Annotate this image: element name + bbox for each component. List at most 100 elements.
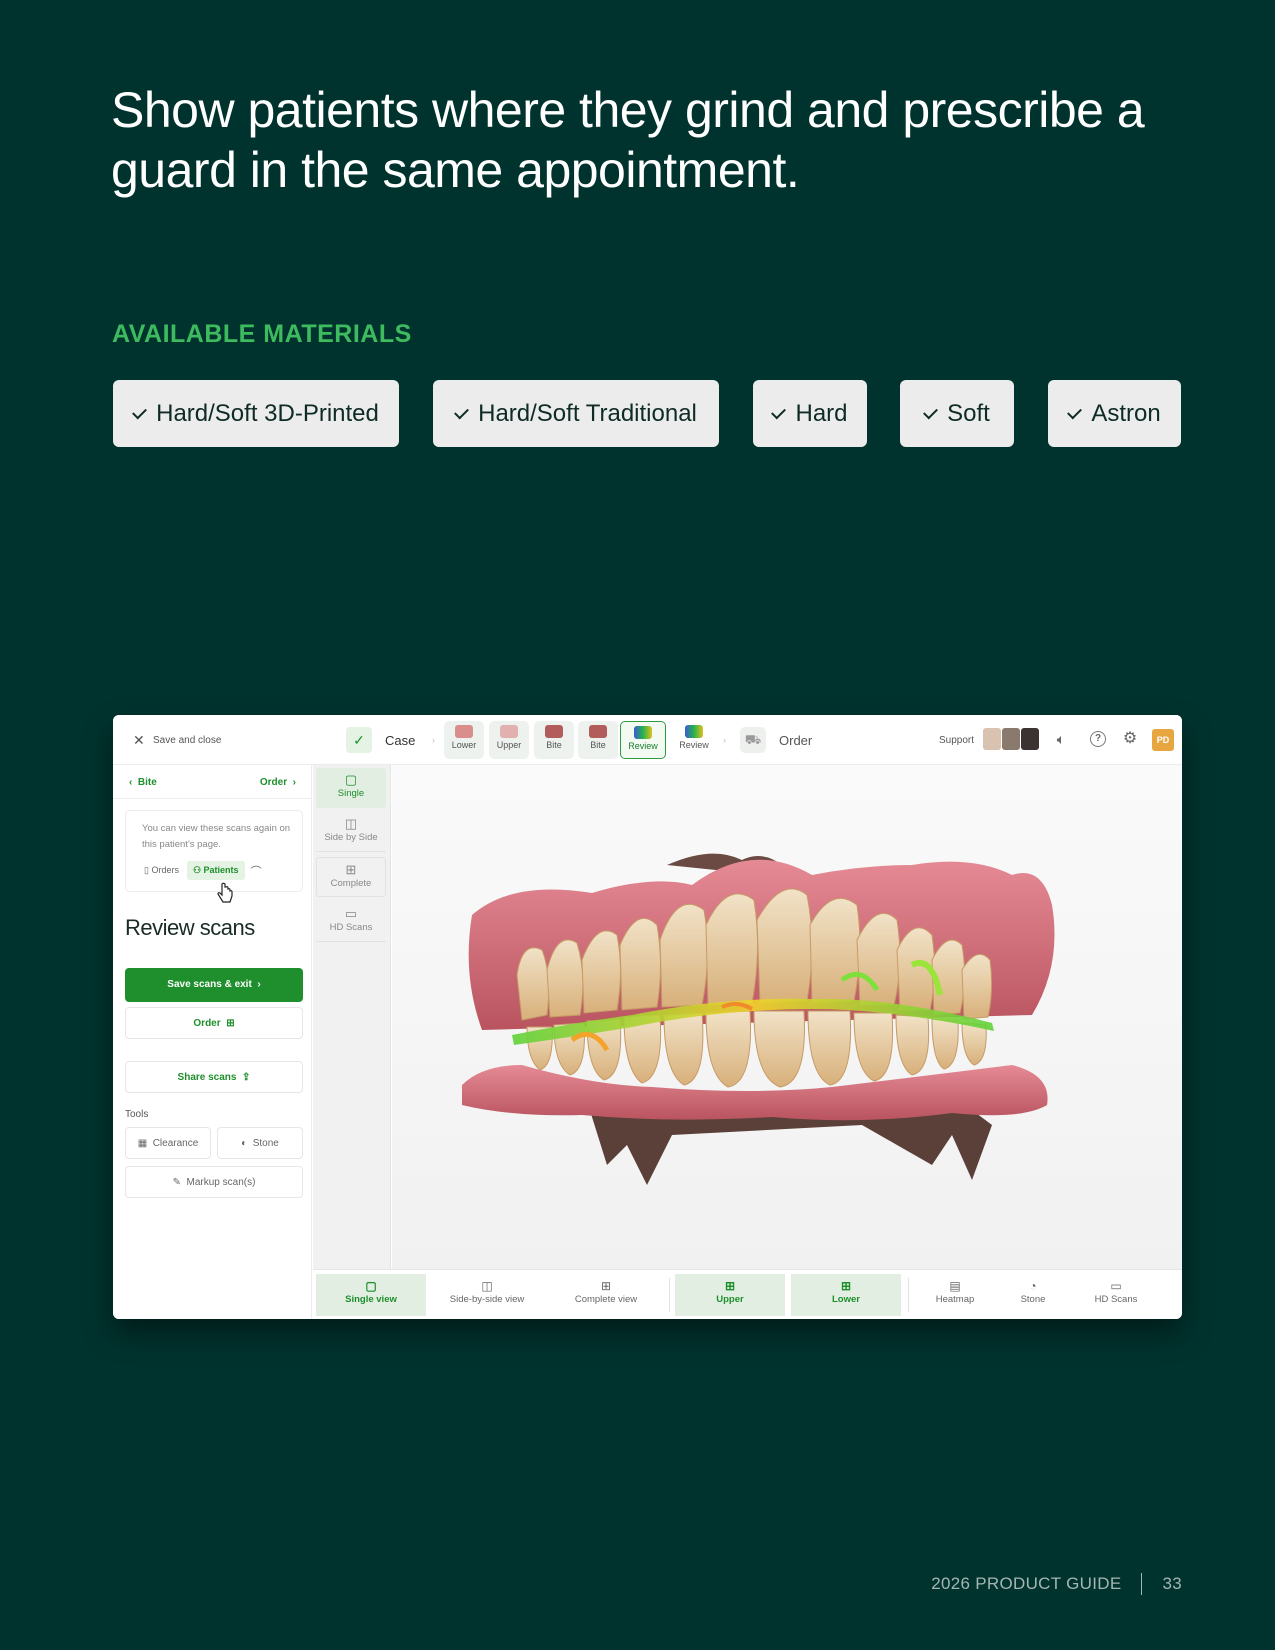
side-by-side-view-button[interactable]: ◫ Side-by-side view [431,1274,543,1316]
page-number: 33 [1162,1574,1182,1593]
arch-icon[interactable]: ⌒ [251,863,262,879]
toolbar-label: Complete view [574,1294,638,1305]
split-icon: ◫ [344,816,358,831]
hd-icon: ▭ [344,906,358,921]
material-chip: Astron [1048,380,1181,447]
step-bite-1[interactable]: Bite [534,721,574,759]
view-side-by-side[interactable]: ◫ Side by Side [316,812,386,852]
step-review-active[interactable]: Review [620,721,666,759]
view-label: HD Scans [329,922,373,933]
speaker-icon[interactable]: 🔈︎ [1053,731,1069,747]
save-scans-exit-label: Save scans & exit [167,979,252,990]
split-icon: ◫ [481,1279,493,1293]
clearance-icon: ▦ [137,1138,148,1149]
case-step-label[interactable]: Case [385,733,415,748]
material-label: Hard [795,399,848,427]
share-icon: ⇪ [242,1072,251,1083]
toolbar-label: Lower [832,1294,860,1305]
headline: Show patients where they grind and presc… [111,82,1145,198]
step-bite-2[interactable]: Bite [578,721,618,759]
clearance-label: Clearance [152,1138,199,1149]
lower-toggle-button[interactable]: ⊞ Lower [791,1274,901,1316]
view-label: Single [337,788,365,799]
square-icon: ▢ [344,772,358,787]
material-chip: Hard/Soft Traditional [433,380,719,447]
view-complete[interactable]: ⊞ Complete [316,857,386,897]
add-icon: ⊞ [226,1018,235,1029]
patients-link[interactable]: ⚇ Patients [186,861,245,880]
avatar [1021,728,1039,750]
stone-button[interactable]: ◔ Stone [1001,1274,1065,1316]
info-links: ▯ Orders ⚇ Patients ⌒ [142,861,262,880]
heatmap-thumbnail-icon [685,725,703,738]
support-link[interactable]: Support [939,735,974,746]
materials-list: Hard/Soft 3D-Printed Hard/Soft Tradition… [112,380,1182,448]
stone-tool-button[interactable]: ◐ Stone [217,1127,303,1159]
tools-label: Tools [125,1109,149,1120]
close-icon[interactable]: ✕ [133,732,145,749]
complete-view-button[interactable]: ⊞ Complete view [550,1274,662,1316]
step-lower[interactable]: Lower [444,721,484,759]
heatmap-button[interactable]: ▤ Heatmap [915,1274,995,1316]
support-avatars[interactable] [983,728,1040,750]
grid-icon: ⊞ [345,862,357,877]
order-step-label[interactable]: Order [779,733,812,748]
order-button[interactable]: Order ⊞ [125,1007,303,1039]
markup-label: Markup scan(s) [186,1177,256,1188]
page-footer: 2026 PRODUCT GUIDE 33 [931,1573,1182,1595]
back-button[interactable]: ‹ Bite [129,777,157,788]
hand-cursor-icon [217,882,233,903]
grid-icon: ⊞ [840,1279,852,1293]
orders-link[interactable]: ▯ Orders [142,861,181,880]
app-screenshot: ✕ Save and close ✓ Case › Lower Upper Bi… [113,715,1182,1319]
palette-icon: ◐ [241,1138,248,1149]
single-view-button[interactable]: ▢ Single view [316,1274,426,1316]
upper-arch-thumbnail-icon [500,725,518,738]
grid-icon: ⊞ [600,1279,612,1293]
upper-toggle-button[interactable]: ⊞ Upper [675,1274,785,1316]
view-toolbar: ▢ Single view ◫ Side-by-side view ⊞ Complet… [313,1269,1182,1319]
toolbar-divider [908,1278,909,1312]
gear-icon[interactable]: ⚙ [1122,731,1138,747]
view-label: Side by Side [324,832,378,843]
save-scans-exit-button[interactable]: Save scans & exit › [125,968,303,1002]
clearance-tool-button[interactable]: ▦ Clearance [125,1127,211,1159]
check-icon [923,404,939,419]
step-label: Bite [590,740,606,750]
materials-heading: AVAILABLE MATERIALS [112,320,412,348]
material-chip: Hard/Soft 3D-Printed [113,380,399,447]
guide-title: 2026 PRODUCT GUIDE [931,1574,1122,1593]
check-icon [771,404,787,419]
markup-scans-button[interactable]: ✎ Markup scan(s) [125,1166,303,1198]
check-icon [132,404,148,419]
left-panel: ‹ Bite Order › You can view these scans … [113,765,312,1319]
step-label: Lower [451,740,477,750]
footer-divider [1141,1573,1143,1595]
page-title: Review scans [125,915,255,940]
material-label: Astron [1091,399,1161,427]
share-scans-label: Share scans [177,1072,237,1083]
share-scans-button[interactable]: Share scans ⇪ [125,1061,303,1093]
save-close-button[interactable]: Save and close [153,735,221,746]
step-review[interactable]: Review [674,721,714,759]
hd-icon: ▭ [1110,1279,1122,1293]
user-avatar-badge[interactable]: PD [1152,729,1174,751]
view-hd-scans[interactable]: ▭ HD Scans [316,902,386,942]
help-icon[interactable]: ? [1090,731,1106,747]
step-navigation: ‹ Bite Order › [113,765,312,799]
step-label: Bite [546,740,562,750]
palette-icon: ◔ [1029,1279,1037,1293]
order-button-label: Order [193,1018,221,1029]
toolbar-label: Heatmap [935,1294,975,1305]
step-upper[interactable]: Upper [489,721,529,759]
view-label: Complete [330,878,372,889]
hd-scans-button[interactable]: ▭ HD Scans [1071,1274,1161,1316]
forward-button[interactable]: Order › [260,777,296,788]
forward-label: Order [259,777,288,788]
view-single[interactable]: ▢ Single [316,768,386,808]
material-label: Hard/Soft Traditional [478,399,697,427]
material-label: Hard/Soft 3D-Printed [156,399,379,427]
scan-viewport[interactable] [392,765,1182,1269]
toolbar-label: Side-by-side view [449,1294,525,1305]
toolbar-divider [669,1278,670,1312]
